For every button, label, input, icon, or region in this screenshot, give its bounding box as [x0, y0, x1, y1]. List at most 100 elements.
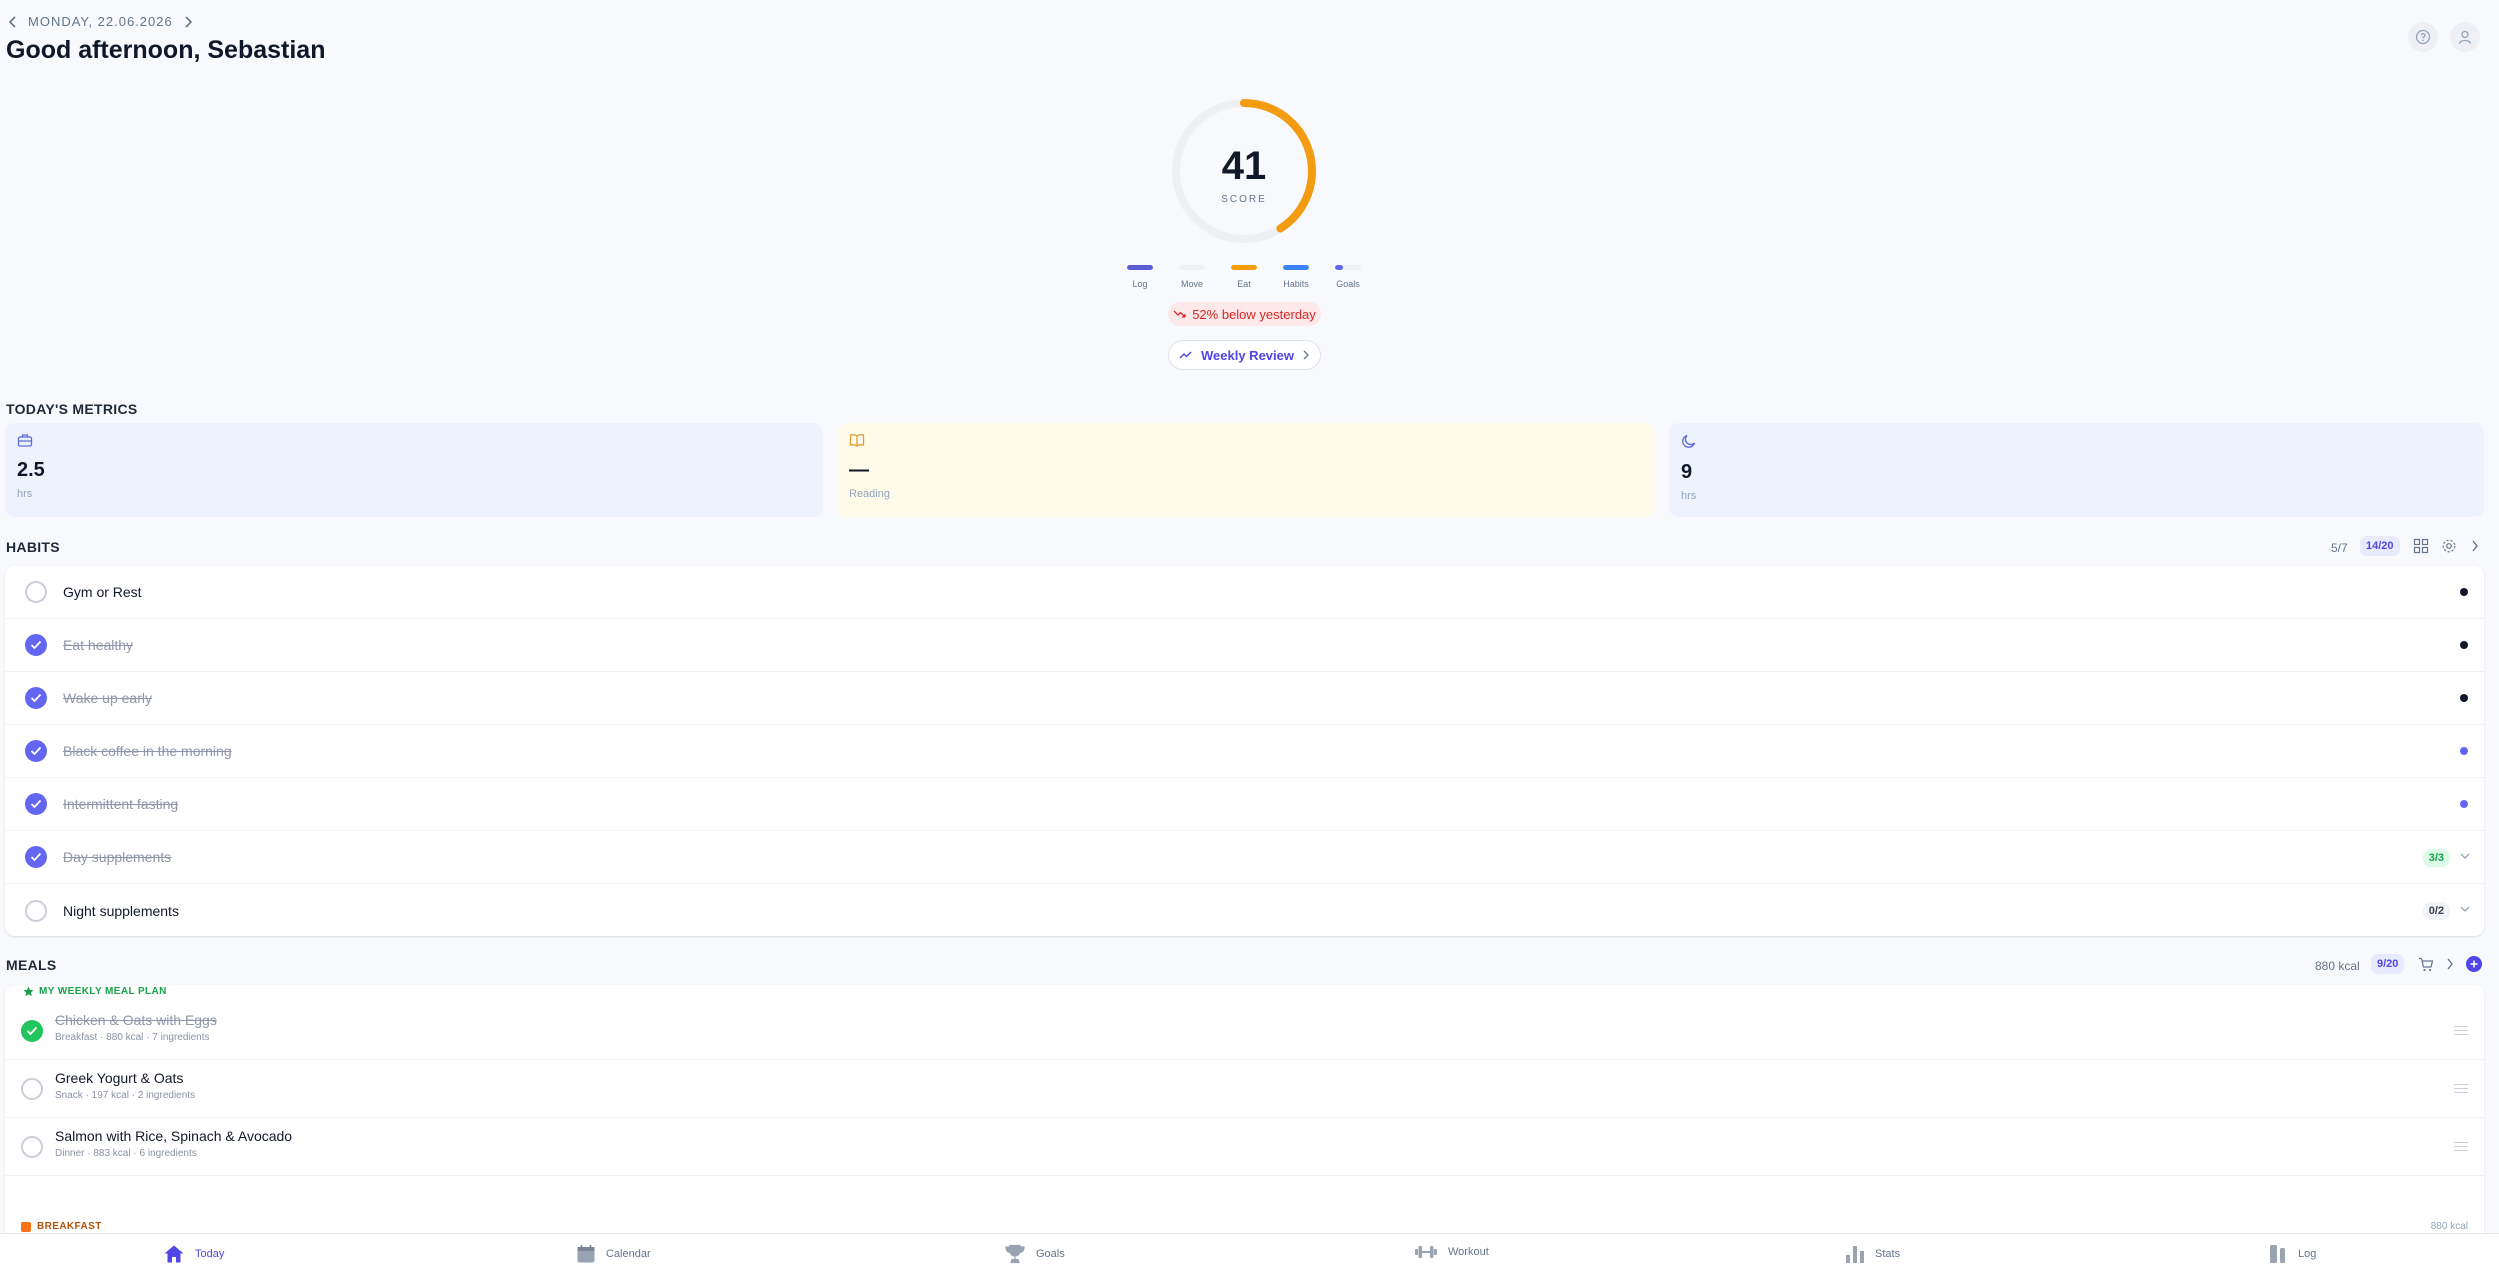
metric-card-reading[interactable]: — Reading	[837, 423, 1655, 517]
habit-row[interactable]: Black coffee in the morning	[5, 725, 2484, 778]
help-button[interactable]	[2408, 22, 2438, 52]
add-meal-button[interactable]	[2466, 956, 2482, 972]
meal-title: Chicken & Oats with Eggs	[55, 1012, 217, 1028]
grid-view-button[interactable]	[2413, 538, 2429, 554]
nav-label: Stats	[1875, 1248, 1901, 1260]
metric-card-sleep[interactable]: 9 hrs	[1669, 423, 2484, 517]
bottom-nav: Today Calendar Goals Workout Stats Log	[0, 1233, 2499, 1267]
chevron-right-icon[interactable]	[183, 15, 193, 28]
meals-kcal: 880 kcal	[2315, 959, 2360, 973]
check-icon	[30, 799, 42, 809]
meal-details: Dinner · 883 kcal · 6 ingredients	[55, 1148, 197, 1159]
habit-checkbox[interactable]	[25, 634, 47, 656]
habit-label: Black coffee in the morning	[63, 743, 232, 759]
score-category-bar	[1335, 265, 1343, 270]
habit-label: Wake up early	[63, 690, 152, 706]
metric-value: 9	[1681, 461, 1693, 483]
shopping-cart-icon	[2419, 957, 2434, 972]
habit-row[interactable]: Gym or Rest	[5, 566, 2484, 619]
profile-button[interactable]	[2450, 22, 2480, 52]
metric-value: 2.5	[17, 459, 45, 481]
score-category-habits: Habits	[1271, 265, 1321, 289]
nav-item-calendar[interactable]: Calendar	[576, 1244, 651, 1264]
score-category-label: Eat	[1237, 279, 1251, 289]
comparison-text: 52% below yesterday	[1192, 306, 1316, 322]
habit-status-dot	[2460, 588, 2468, 596]
metric-card-work[interactable]: 2.5 hrs	[5, 423, 823, 517]
habits-count: 5/7	[2331, 541, 2348, 555]
habit-label: Intermittent fasting	[63, 796, 179, 812]
meals-open-button[interactable]	[2446, 958, 2454, 970]
check-icon	[30, 852, 42, 862]
habit-row[interactable]: Intermittent fasting	[5, 778, 2484, 831]
greeting: Good afternoon, Sebastian	[6, 36, 326, 64]
meals-count-badge: 9/20	[2371, 954, 2405, 974]
nav-label: Goals	[1036, 1248, 1065, 1260]
bar-chart-icon	[1846, 1246, 1864, 1263]
weekly-review-button[interactable]: Weekly Review	[1168, 340, 1321, 370]
shopping-cart-button[interactable]	[2418, 957, 2434, 972]
habits-streak-badge: 14/20	[2360, 536, 2400, 556]
metric-value: —	[849, 459, 869, 481]
nav-item-stats[interactable]: Stats	[1845, 1244, 1900, 1264]
meal-checkbox[interactable]	[21, 1136, 43, 1158]
drag-handle-icon[interactable]	[2454, 1142, 2468, 1151]
chevron-right-icon	[2447, 958, 2453, 970]
meal-checkbox[interactable]	[21, 1078, 43, 1100]
log-icon	[2270, 1245, 2285, 1263]
meal-title: Salmon with Rice, Spinach & Avocado	[55, 1128, 293, 1144]
habit-label: Day supplements	[63, 849, 172, 865]
meal-row[interactable]: Chicken & Oats with Eggs Breakfast · 880…	[5, 1002, 2484, 1060]
chevron-down-icon[interactable]	[2460, 906, 2470, 913]
habit-row[interactable]: Night supplements 0/2	[5, 884, 2484, 937]
drag-handle-icon[interactable]	[2454, 1084, 2468, 1093]
trending-down-icon	[1173, 310, 1186, 318]
date-nav: MONDAY, 22.06.2026	[8, 14, 193, 29]
score-category-label: Move	[1180, 279, 1203, 289]
nav-item-log[interactable]: Log	[2268, 1244, 2316, 1264]
habit-checkbox[interactable]	[25, 687, 47, 709]
meal-row[interactable]: Greek Yogurt & Oats Snack · 197 kcal · 2…	[5, 1060, 2484, 1118]
help-icon	[2415, 29, 2431, 45]
nav-item-workout[interactable]: Workout	[1414, 1244, 1489, 1260]
nav-item-goals[interactable]: Goals	[1004, 1244, 1065, 1264]
date-label: MONDAY, 22.06.2026	[28, 14, 173, 29]
meal-checkbox[interactable]	[21, 1020, 43, 1042]
score-category-bar	[1231, 265, 1257, 270]
metric-unit: Reading	[849, 488, 890, 500]
habit-row[interactable]: Eat healthy	[5, 619, 2484, 672]
habit-row[interactable]: Day supplements 3/3	[5, 831, 2484, 884]
chevron-left-icon[interactable]	[8, 15, 18, 28]
habits-card: Gym or Rest Eat healthy Wake up early Bl…	[5, 566, 2484, 936]
drag-handle-icon[interactable]	[2454, 1026, 2468, 1035]
nav-label: Log	[2298, 1248, 2317, 1260]
nav-item-today[interactable]: Today	[163, 1244, 224, 1264]
score-category-label: Goals	[1336, 279, 1360, 289]
trophy-icon	[1005, 1244, 1025, 1264]
meal-row[interactable]: Salmon with Rice, Spinach & Avocado Dinn…	[5, 1118, 2484, 1176]
habit-checkbox[interactable]	[25, 581, 47, 603]
meals-card: MY WEEKLY MEAL PLAN Chicken & Oats with …	[5, 985, 2484, 1233]
habit-checkbox[interactable]	[25, 793, 47, 815]
habits-open-button[interactable]	[2471, 540, 2479, 552]
habit-label: Night supplements	[63, 902, 179, 919]
habit-checkbox[interactable]	[25, 740, 47, 762]
habit-row[interactable]: Wake up early	[5, 672, 2484, 725]
meal-title: Greek Yogurt & Oats	[55, 1070, 184, 1086]
check-icon	[30, 640, 42, 650]
check-icon	[26, 1026, 38, 1036]
nav-label: Today	[195, 1248, 225, 1260]
gear-icon	[2442, 539, 2456, 553]
meals-title: MEALS	[6, 957, 57, 973]
habit-progress-badge: 3/3	[2422, 849, 2450, 867]
star-icon	[23, 986, 34, 997]
habit-status-dot	[2460, 641, 2468, 649]
habit-checkbox[interactable]	[25, 899, 47, 922]
chevron-right-icon	[1303, 350, 1309, 360]
habit-checkbox[interactable]	[25, 846, 47, 868]
nav-label: Calendar	[606, 1248, 651, 1260]
score-category-label: Log	[1132, 279, 1148, 289]
habits-settings-button[interactable]	[2441, 538, 2457, 554]
score-category-label: Habits	[1283, 279, 1309, 289]
chevron-down-icon[interactable]	[2460, 853, 2470, 860]
